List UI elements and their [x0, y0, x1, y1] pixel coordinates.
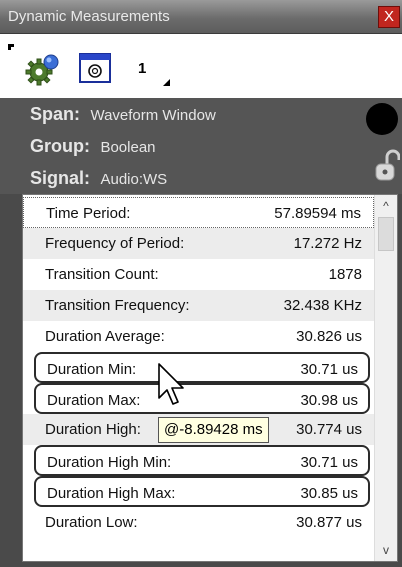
unlocked-padlock-icon[interactable] [372, 148, 401, 184]
toolbar: 1 [0, 38, 402, 98]
group-label: Group: [30, 136, 90, 156]
group-row: Group: Boolean [30, 136, 156, 157]
measurement-label: Time Period: [46, 205, 131, 222]
scrollbar[interactable]: ^ v [374, 195, 397, 561]
measurement-row[interactable]: Transition Count: 1878 [23, 259, 374, 290]
measurement-value: 30.85 us [300, 485, 358, 502]
scroll-up-icon[interactable]: ^ [375, 195, 397, 217]
measurement-label: Duration Average: [45, 328, 165, 345]
mouse-pointer-icon [156, 362, 188, 412]
measurement-value: 57.89594 ms [274, 205, 361, 222]
signal-row: Signal: Audio:WS [30, 168, 167, 189]
gear-icon[interactable] [24, 50, 60, 88]
measurement-row[interactable]: Frequency of Period: 17.272 Hz [23, 228, 374, 259]
span-row: Span: Waveform Window [30, 104, 216, 125]
measurements-list[interactable]: Time Period: 57.89594 ms Frequency of Peri… [22, 194, 398, 562]
measurement-label: Duration High: [45, 421, 141, 438]
measurement-row[interactable]: Duration Average: 30.826 us [23, 321, 374, 352]
measurement-label: Frequency of Period: [45, 235, 185, 252]
measurement-label: Duration Max: [47, 392, 141, 409]
span-label: Span: [30, 104, 81, 124]
measurement-row[interactable]: Duration Min: 30.71 us [34, 352, 370, 383]
title-bar[interactable]: Dynamic Measurements X [0, 0, 402, 34]
info-panel: Span: Waveform Window Group: Boolean Sig… [0, 98, 402, 194]
waveform-window-icon[interactable] [78, 50, 114, 88]
scroll-thumb[interactable] [378, 217, 394, 251]
measurement-value: 30.774 us [296, 421, 362, 438]
measurement-row[interactable]: Duration Max: 30.98 us [34, 383, 370, 414]
measurement-label: Transition Frequency: [45, 297, 190, 314]
measurement-row[interactable]: Duration High Max: 30.85 us [34, 476, 370, 507]
signal-value: Audio:WS [100, 171, 168, 188]
measurement-label: Duration Low: [45, 514, 138, 531]
dropdown-arrow-icon [163, 79, 170, 86]
measurement-row[interactable]: Time Period: 57.89594 ms [23, 197, 374, 228]
measurement-row[interactable]: Duration High Min: 30.71 us [34, 445, 370, 476]
scroll-down-icon[interactable]: v [375, 539, 397, 561]
measurement-value: 30.98 us [300, 392, 358, 409]
count-dropdown[interactable]: 1 [120, 50, 174, 88]
measurement-label: Duration Min: [47, 361, 137, 378]
measurement-row[interactable]: Transition Frequency: 32.438 KHz [23, 290, 374, 321]
cursor-tooltip: @-8.89428 ms [158, 417, 269, 443]
status-dot-icon [366, 103, 398, 135]
measurement-label: Transition Count: [45, 266, 159, 283]
measurement-label: Duration High Max: [47, 485, 176, 502]
measurement-value: 17.272 Hz [293, 235, 362, 252]
measurement-value: 32.438 KHz [283, 297, 362, 314]
measurement-value: 30.826 us [296, 328, 362, 345]
close-button[interactable]: X [378, 6, 400, 28]
span-value: Waveform Window [90, 107, 216, 124]
group-value: Boolean [100, 139, 156, 156]
signal-label: Signal: [30, 168, 91, 188]
corner-marker-icon [8, 44, 14, 50]
measurement-label: Duration High Min: [47, 454, 172, 471]
measurement-value: 30.71 us [300, 454, 358, 471]
count-label: 1 [138, 60, 147, 77]
window-title: Dynamic Measurements [8, 8, 170, 25]
measurement-value: 30.71 us [300, 361, 358, 378]
measurement-value: 1878 [328, 266, 362, 283]
measurement-row[interactable]: Duration Low: 30.877 us [23, 507, 374, 538]
measurement-value: 30.877 us [296, 514, 362, 531]
